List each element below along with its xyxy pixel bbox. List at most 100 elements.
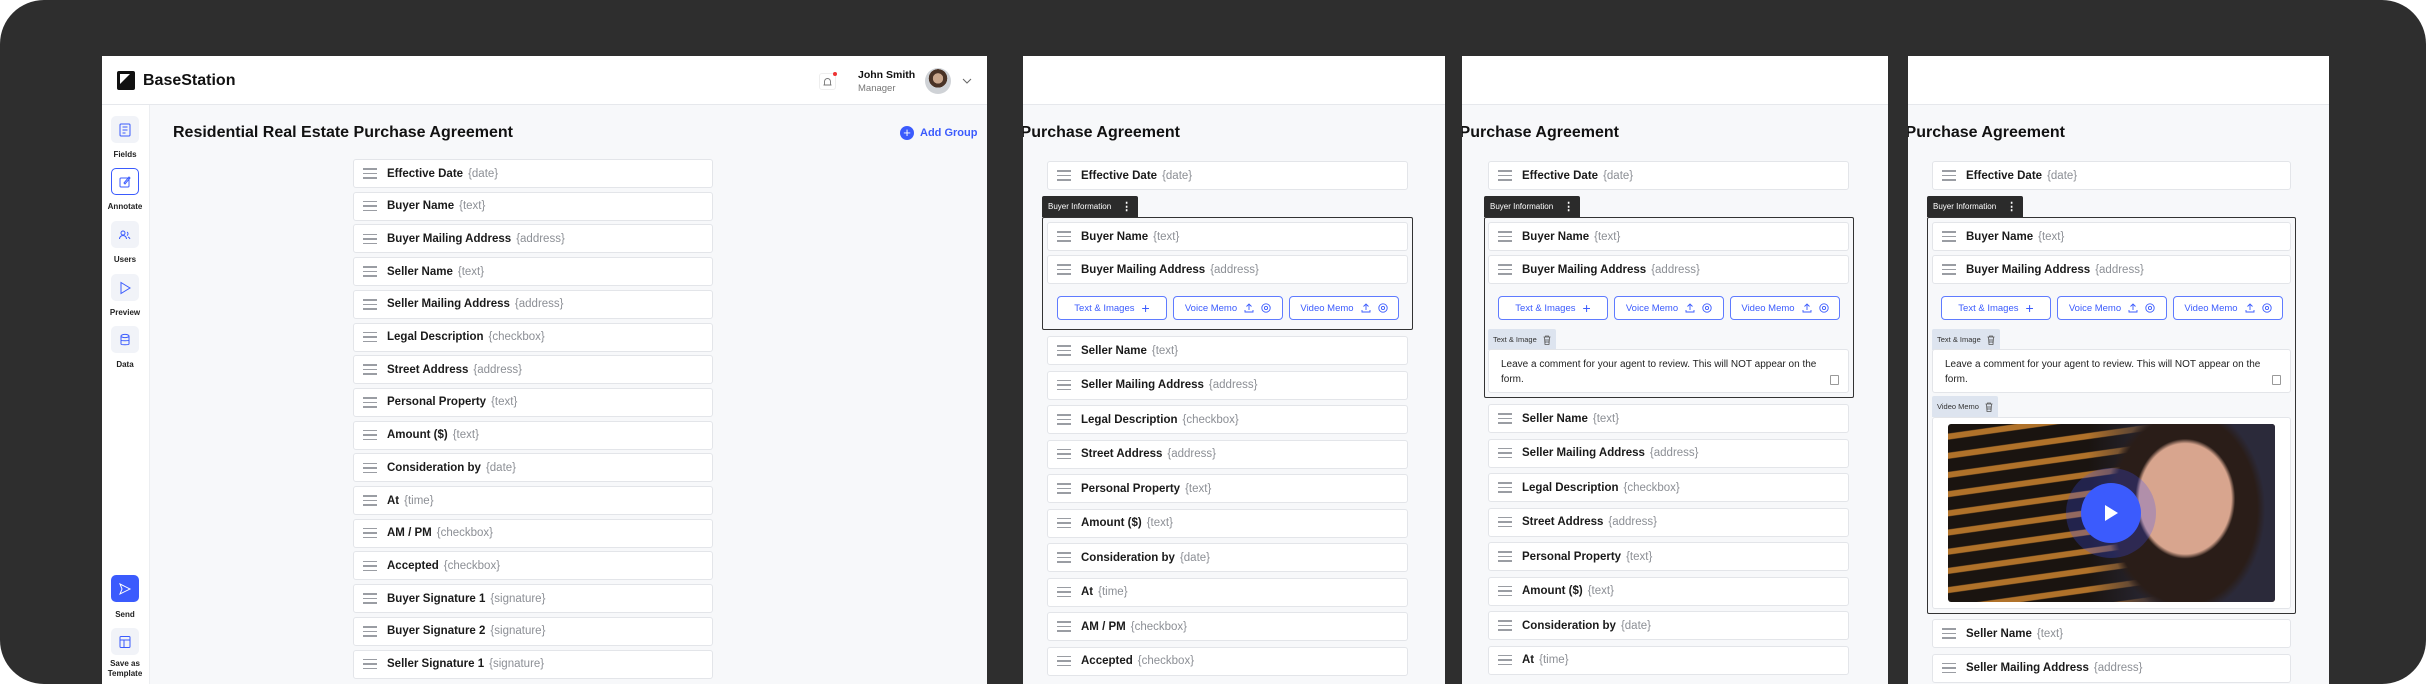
sidebar-item-annotate[interactable] (111, 168, 139, 195)
drag-handle-icon[interactable] (1057, 586, 1071, 598)
field-row[interactable]: Buyer Signature 1 {signature} (353, 584, 713, 614)
drag-handle-icon[interactable] (363, 658, 377, 670)
drag-handle-icon[interactable] (363, 527, 377, 539)
field-row[interactable]: Buyer Signature 2 {signature} (353, 616, 713, 646)
drag-handle-icon[interactable] (363, 429, 377, 441)
drag-handle-icon[interactable] (1498, 585, 1512, 597)
drag-handle-icon[interactable] (1057, 448, 1071, 460)
upload-icon[interactable] (2245, 303, 2255, 313)
drag-handle-icon[interactable] (363, 626, 377, 637)
record-icon[interactable] (1377, 303, 1388, 313)
field-row[interactable]: Buyer Mailing Address {address} (353, 224, 713, 254)
field-row[interactable]: Seller Mailing Address {address} (353, 289, 713, 319)
field-row[interactable]: Buyer Name {text} (1932, 222, 2291, 251)
video-thumbnail[interactable] (1948, 424, 2275, 602)
upload-icon[interactable] (1802, 303, 1812, 313)
drag-handle-icon[interactable] (1057, 483, 1071, 494)
drag-handle-icon[interactable] (1498, 447, 1512, 459)
field-row[interactable]: Street Address {address} (353, 355, 713, 385)
drag-handle-icon[interactable] (1498, 551, 1512, 562)
drag-handle-icon[interactable] (1057, 552, 1071, 563)
field-row[interactable]: Amount ($) {text} (1488, 576, 1849, 606)
video-memo-button[interactable]: Video Memo (1289, 296, 1399, 320)
play-button[interactable] (2081, 483, 2141, 543)
record-icon[interactable] (1261, 303, 1271, 313)
field-row[interactable]: Buyer Mailing Address {address} (1932, 255, 2291, 284)
field-row[interactable]: Personal Property {text} (353, 387, 713, 417)
drag-handle-icon[interactable] (363, 495, 377, 506)
field-row[interactable]: Buyer Mailing Address {address} (1488, 255, 1849, 284)
sidebar-item-users[interactable] (111, 221, 139, 248)
drag-handle-icon[interactable] (1942, 662, 1956, 674)
drag-handle-icon[interactable] (1498, 170, 1512, 181)
drag-handle-icon[interactable] (1498, 264, 1512, 275)
drag-handle-icon[interactable] (363, 593, 377, 604)
more-vertical-icon[interactable]: ⋮ (1121, 200, 1132, 213)
drag-handle-icon[interactable] (1057, 414, 1071, 425)
upload-icon[interactable] (1361, 303, 1371, 313)
trash-icon[interactable] (1543, 335, 1551, 345)
drag-handle-icon[interactable] (363, 168, 377, 179)
field-row[interactable]: Seller Name {text} (1047, 336, 1408, 365)
field-row[interactable]: Buyer Mailing Address {address} (1047, 255, 1408, 284)
drag-handle-icon[interactable] (1942, 628, 1956, 639)
drag-handle-icon[interactable] (1057, 345, 1071, 356)
drag-handle-icon[interactable] (1498, 516, 1512, 528)
add-group-button[interactable]: + Add Group (900, 126, 977, 140)
field-row[interactable]: AM / PM {checkbox} (353, 518, 713, 548)
drag-handle-icon[interactable] (1498, 413, 1512, 424)
text-images-button[interactable]: Text & Images + (1057, 296, 1167, 320)
drag-handle-icon[interactable] (1498, 231, 1512, 242)
upload-icon[interactable] (2128, 303, 2138, 313)
group-tab[interactable]: Buyer Information ⋮ (1927, 196, 2024, 217)
comment-box[interactable]: Leave a comment for your agent to review… (1488, 349, 1849, 393)
drag-handle-icon[interactable] (1498, 654, 1512, 666)
field-row[interactable]: Seller Name {text} (1932, 619, 2291, 648)
field-row[interactable]: Seller Mailing Address {address} (1932, 653, 2291, 683)
drag-handle-icon[interactable] (363, 364, 377, 375)
group-tab[interactable]: Buyer Information ⋮ (1484, 196, 1581, 217)
sidebar-item-preview[interactable] (111, 274, 139, 301)
field-row[interactable]: Buyer Name {text} (353, 191, 713, 221)
field-row[interactable]: Personal Property {text} (1047, 474, 1408, 503)
drag-handle-icon[interactable] (363, 397, 377, 408)
field-row[interactable]: Legal Description {checkbox} (353, 322, 713, 352)
field-row[interactable]: Seller Mailing Address {address} (1047, 370, 1408, 400)
drag-handle-icon[interactable] (363, 266, 377, 277)
drag-handle-icon[interactable] (363, 200, 377, 212)
drag-handle-icon[interactable] (1942, 264, 1956, 275)
notification-bell-button[interactable] (819, 72, 837, 90)
drag-handle-icon[interactable] (363, 331, 377, 343)
field-row[interactable]: Buyer Name {text} (1047, 222, 1408, 251)
field-row[interactable]: Effective Date {date} (1932, 161, 2291, 190)
drag-handle-icon[interactable] (363, 299, 377, 310)
sidebar-item-data[interactable] (111, 326, 139, 353)
drag-handle-icon[interactable] (1498, 620, 1512, 631)
record-icon[interactable] (1702, 303, 1712, 313)
group-tab[interactable]: Buyer Information ⋮ (1042, 196, 1139, 217)
field-row[interactable]: Consideration by {date} (1047, 543, 1408, 572)
drag-handle-icon[interactable] (363, 560, 377, 572)
field-row[interactable]: Seller Name {text} (1488, 404, 1849, 433)
drag-handle-icon[interactable] (1498, 482, 1512, 493)
avatar[interactable] (925, 68, 951, 94)
trash-icon[interactable] (1987, 335, 1995, 345)
field-row[interactable]: Accepted {checkbox} (353, 551, 713, 581)
field-row[interactable]: At {time} (1047, 577, 1408, 607)
field-row[interactable]: Effective Date {date} (1488, 161, 1849, 190)
field-row[interactable]: Effective Date {date} (1047, 161, 1408, 190)
field-row[interactable]: Legal Description {checkbox} (1047, 405, 1408, 434)
send-button[interactable] (111, 575, 139, 602)
drag-handle-icon[interactable] (1057, 621, 1071, 632)
video-memo-button[interactable]: Video Memo (1730, 296, 1840, 320)
more-vertical-icon[interactable]: ⋮ (2006, 200, 2017, 213)
drag-handle-icon[interactable] (1057, 517, 1071, 529)
drag-handle-icon[interactable] (1057, 655, 1071, 667)
upload-icon[interactable] (1685, 303, 1695, 313)
image-attach-icon[interactable] (2272, 375, 2281, 385)
field-row[interactable]: Amount ($) {text} (1047, 508, 1408, 538)
chevron-down-icon[interactable] (962, 78, 972, 84)
field-row[interactable]: Seller Mailing Address {address} (1488, 438, 1849, 468)
drag-handle-icon[interactable] (363, 233, 377, 245)
image-attach-icon[interactable] (1830, 375, 1839, 385)
